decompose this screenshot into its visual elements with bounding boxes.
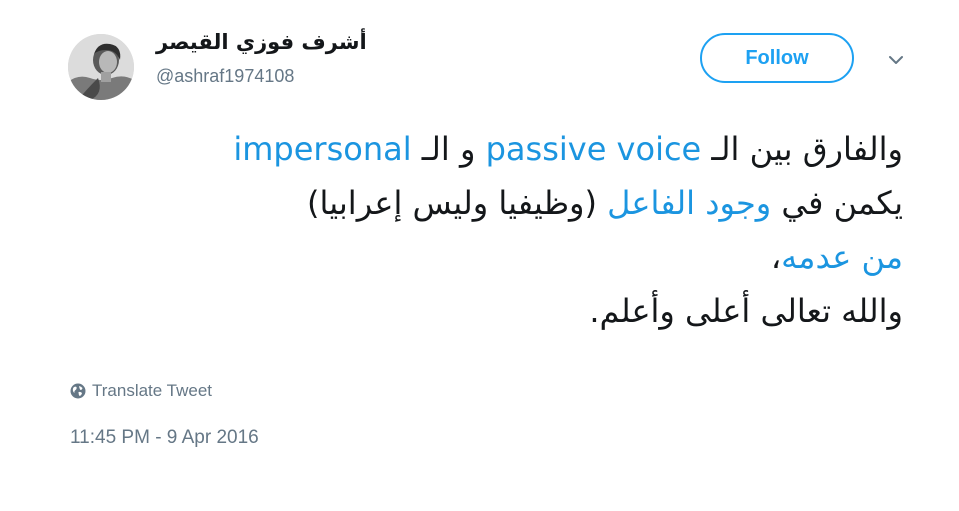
tweet-line-1: والفارق بين الـ passive voice و الـ impe…	[83, 122, 903, 176]
author-display-name[interactable]: أشرف فوزي القيصر	[156, 30, 367, 54]
avatar[interactable]	[68, 34, 134, 100]
tweet-line-1-prefix: والفارق بين الـ	[701, 130, 903, 168]
hashtag-link-absence[interactable]: من عدمه	[781, 238, 903, 276]
tweet-line-3: من عدمه،	[83, 230, 903, 284]
tweet-line-2-suffix: (وظيفيا وليس إعرابيا)	[307, 184, 608, 222]
tweet-line-2: يكمن في وجود الفاعل (وظيفيا وليس إعرابيا…	[83, 176, 903, 230]
follow-button[interactable]: Follow	[700, 33, 854, 83]
tweet-timestamp[interactable]: 11:45 PM - 9 Apr 2016	[70, 427, 259, 449]
profile-photo	[68, 34, 134, 100]
translate-tweet-label: Translate Tweet	[92, 381, 213, 400]
hashtag-link-subject-existence[interactable]: وجود الفاعل	[607, 184, 771, 222]
chevron-down-icon[interactable]	[884, 50, 908, 70]
tweet-text: والفارق بين الـ passive voice و الـ impe…	[83, 122, 903, 338]
tweet-line-3-suffix: ،	[770, 238, 782, 276]
globe-icon	[70, 383, 86, 399]
tweet-line-4: والله تعالى أعلى وأعلم.	[589, 292, 903, 330]
hashtag-link-impersonal[interactable]: impersonal	[233, 130, 411, 168]
tweet-line-2-prefix: يكمن في	[771, 184, 903, 222]
translate-tweet-link[interactable]: Translate Tweet	[70, 381, 212, 401]
author-handle[interactable]: @ashraf1974108	[156, 66, 294, 87]
hashtag-link-passive-voice[interactable]: passive voice	[486, 130, 702, 168]
tweet-line-1-middle: و الـ	[411, 130, 486, 168]
